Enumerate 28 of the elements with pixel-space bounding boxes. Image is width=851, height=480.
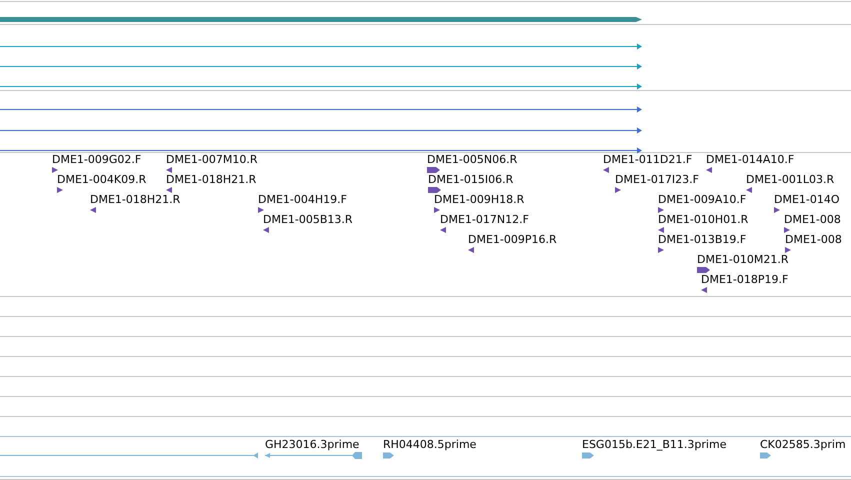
- feature-label: DME1-015I06.R: [428, 174, 514, 186]
- feature-label: DME1-004H19.F: [258, 194, 347, 206]
- feature-label: DME1-009P16.R: [468, 234, 557, 246]
- feature-label: DME1-005B13.R: [263, 214, 353, 226]
- feature-label: DME1-008: [784, 214, 841, 226]
- feature-label: GH23016.3prime: [265, 439, 360, 451]
- feature-label: DME1-009A10.F: [658, 194, 746, 206]
- feature-label: DME1-010M21.R: [697, 254, 789, 266]
- feature-label: DME1-007M10.R: [166, 154, 258, 166]
- feature-label: DME1-014O: [774, 194, 840, 206]
- feature-label: DME1-010H01.R: [658, 214, 748, 226]
- feature-label: DME1-005N06.R: [427, 154, 518, 166]
- feature-label: DME1-001L03.R: [746, 174, 834, 186]
- feature-label: DME1-014A10.F: [706, 154, 794, 166]
- feature-label: DME1-018H21.R: [166, 174, 256, 186]
- feature-label: DME1-009H18.R: [434, 194, 524, 206]
- feature-label: DME1-009G02.F: [52, 154, 142, 166]
- feature-label: RH04408.5prime: [383, 439, 476, 451]
- feature-label: DME1-013B19.F: [658, 234, 746, 246]
- feature-label: CK02585.3prim: [760, 439, 846, 451]
- feature-label: DME1-017I23.F: [615, 174, 699, 186]
- feature-label: DME1-018P19.F: [701, 274, 788, 286]
- feature-label: DME1-008: [785, 234, 842, 246]
- feature-label: DME1-018H21.R: [90, 194, 180, 206]
- feature-label: DME1-011D21.F: [603, 154, 692, 166]
- feature-label: DME1-004K09.R: [57, 174, 146, 186]
- feature-label: DME1-017N12.F: [440, 214, 529, 226]
- feature-label: ESG015b.E21_B11.3prime: [582, 439, 726, 451]
